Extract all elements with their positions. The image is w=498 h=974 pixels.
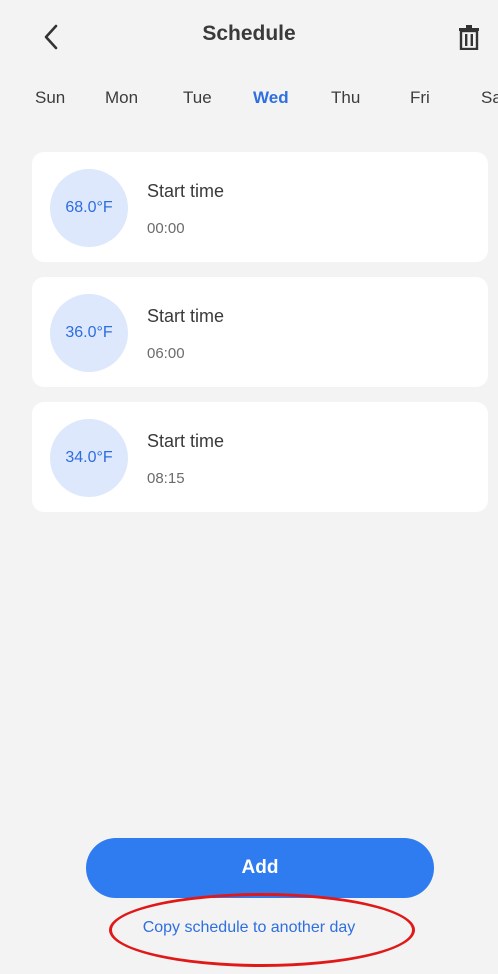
temperature-badge: 68.0°F [50, 169, 128, 247]
tab-thu[interactable]: Thu [331, 88, 360, 108]
copy-schedule-link[interactable]: Copy schedule to another day [0, 919, 498, 937]
tab-tue[interactable]: Tue [183, 88, 212, 108]
top-bar: Schedule [0, 0, 498, 76]
delete-button[interactable] [454, 20, 484, 54]
schedule-list: 68.0°F Start time 00:00 36.0°F Start tim… [32, 152, 488, 527]
tab-sun[interactable]: Sun [35, 88, 65, 108]
page-title: Schedule [202, 22, 296, 45]
trash-icon [459, 25, 479, 50]
start-time-label: Start time [147, 306, 225, 326]
tab-wed[interactable]: Wed [253, 88, 289, 108]
start-time-label: Start time [147, 181, 225, 201]
add-button[interactable]: Add [86, 838, 434, 898]
schedule-card[interactable]: 36.0°F Start time 06:00 [32, 277, 488, 387]
start-time-label: Start time [147, 431, 225, 451]
schedule-card[interactable]: 34.0°F Start time 08:15 [32, 402, 488, 512]
tab-fri[interactable]: Fri [410, 88, 430, 108]
tab-sat[interactable]: Sat [481, 88, 498, 108]
start-time-value: 06:00 [147, 345, 185, 362]
day-tabs: Sun Mon Tue Wed Thu Fri Sat [0, 88, 498, 118]
temperature-badge: 34.0°F [50, 419, 128, 497]
tab-mon[interactable]: Mon [105, 88, 138, 108]
start-time-value: 08:15 [147, 470, 185, 487]
temperature-badge: 36.0°F [50, 294, 128, 372]
schedule-card[interactable]: 68.0°F Start time 00:00 [32, 152, 488, 262]
start-time-value: 00:00 [147, 220, 185, 237]
